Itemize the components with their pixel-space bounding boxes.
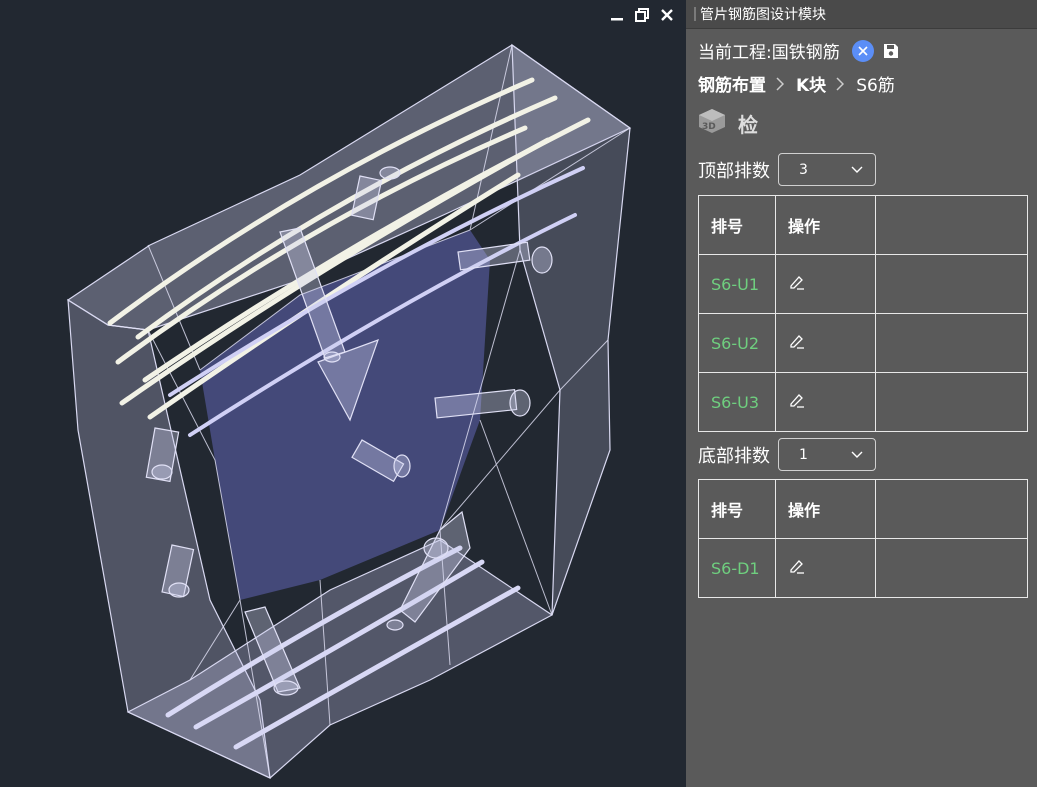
bottom-count-select[interactable]: 1 <box>778 438 876 471</box>
row-id: S6-D1 <box>698 538 776 598</box>
column-header-empty <box>875 195 1028 255</box>
panel-header: 管片钢筋图设计模块 <box>686 0 1037 29</box>
top-count-row: 顶部排数 3 <box>698 153 876 186</box>
empty-cell <box>875 538 1028 598</box>
row-id: S6-U1 <box>698 254 776 314</box>
row-id: S6-U2 <box>698 313 776 373</box>
bottom-count-value: 1 <box>799 446 808 463</box>
edit-icon[interactable] <box>788 557 806 575</box>
row-id: S6-U3 <box>698 372 776 432</box>
chevron-right-icon <box>776 76 786 92</box>
bottom-count-row: 底部排数 1 <box>698 438 876 471</box>
minimize-icon[interactable] <box>608 6 626 24</box>
breadcrumb: 钢筋布置 K块 S6筋 <box>698 71 895 96</box>
top-count-value: 3 <box>799 161 808 178</box>
3d-view-icon[interactable]: 3D <box>698 108 726 138</box>
chevron-right-icon <box>836 76 846 92</box>
breadcrumb-rebar-layout[interactable]: 钢筋布置 <box>698 71 766 96</box>
column-header-empty <box>875 479 1028 539</box>
project-label: 当前工程:国铁钢筋 <box>698 43 840 63</box>
panel-title: 管片钢筋图设计模块 <box>700 7 826 23</box>
tool-row: 3D 检 <box>698 108 758 138</box>
svg-text:3D: 3D <box>702 122 716 132</box>
chevron-down-icon <box>851 451 863 458</box>
project-row: 当前工程:国铁钢筋 <box>698 38 900 63</box>
segment-3d-model[interactable] <box>0 0 686 787</box>
bottom-count-label: 底部排数 <box>698 445 770 467</box>
save-icon <box>883 43 898 58</box>
empty-cell <box>875 372 1028 432</box>
edit-icon[interactable] <box>788 332 806 350</box>
close-project-button[interactable] <box>851 39 874 62</box>
save-button[interactable] <box>882 42 900 60</box>
top-count-select[interactable]: 3 <box>778 153 876 186</box>
top-rows-table: 排号 操作 S6-U1 S6-U2 S6-U3 <box>698 195 1028 432</box>
drag-handle-icon[interactable] <box>694 7 696 21</box>
close-icon <box>858 45 868 56</box>
3d-viewport[interactable] <box>0 0 686 787</box>
column-header-row-no: 排号 <box>698 195 776 255</box>
empty-cell <box>875 313 1028 373</box>
table-header: 排号 操作 <box>698 195 1028 255</box>
table-row: S6-U1 <box>698 254 1028 314</box>
table-row: S6-D1 <box>698 538 1028 598</box>
close-icon[interactable] <box>658 6 676 24</box>
restore-icon[interactable] <box>633 6 651 24</box>
edit-icon[interactable] <box>788 273 806 291</box>
table-header: 排号 操作 <box>698 479 1028 539</box>
column-header-action: 操作 <box>775 195 876 255</box>
table-row: S6-U3 <box>698 372 1028 432</box>
bottom-rows-table: 排号 操作 S6-D1 <box>698 479 1028 598</box>
column-header-row-no: 排号 <box>698 479 776 539</box>
column-header-action: 操作 <box>775 479 876 539</box>
table-row: S6-U2 <box>698 313 1028 373</box>
edit-icon[interactable] <box>788 391 806 409</box>
rebar-design-panel: 管片钢筋图设计模块 当前工程:国铁钢筋 钢筋布置 K块 S6筋 3D 检 顶部排… <box>686 0 1037 787</box>
chevron-down-icon <box>851 166 863 173</box>
top-count-label: 顶部排数 <box>698 160 770 182</box>
breadcrumb-s6: S6筋 <box>856 76 895 96</box>
check-button[interactable]: 检 <box>738 109 758 138</box>
breadcrumb-k-block[interactable]: K块 <box>796 71 826 96</box>
empty-cell <box>875 254 1028 314</box>
